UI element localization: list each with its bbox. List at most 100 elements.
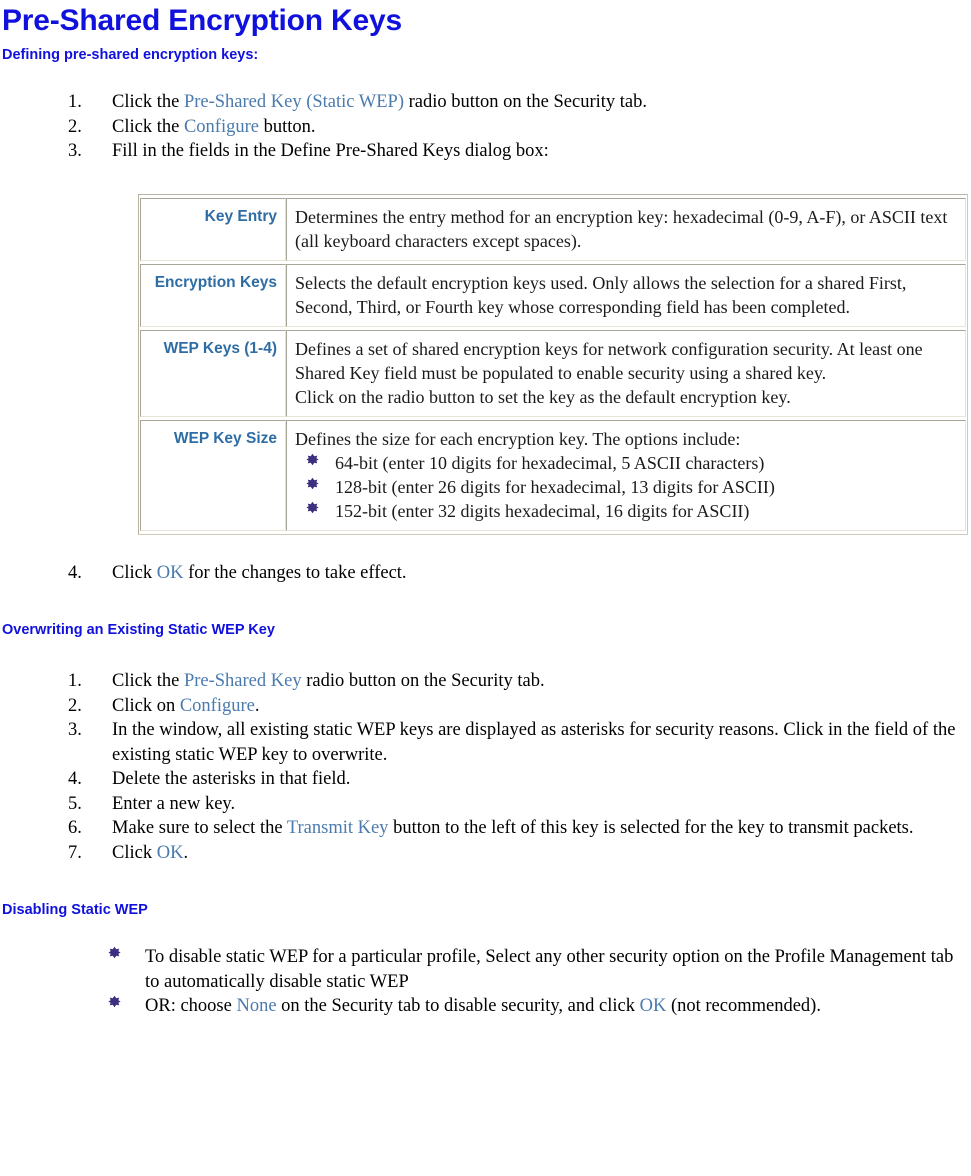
cross-reference-link[interactable]: Transmit Key (287, 818, 389, 838)
cross-reference-link[interactable]: OK (157, 563, 184, 583)
list-marker: 4. (68, 769, 82, 789)
list-item-text: 128-bit (enter 26 digits for hexadecimal… (335, 476, 775, 497)
list-item-text: Click the Configure button. (112, 115, 971, 140)
list-item-text: Delete the asterisks in that field. (112, 767, 971, 792)
step-text: Enter a new key. (112, 793, 236, 814)
list-item-text: Make sure to select the Transmit Key but… (112, 816, 971, 841)
list-item-text: Enter a new key. (112, 792, 971, 817)
step-text: radio button on the Security tab. (404, 92, 648, 112)
list-item-text: OR: choose None on the Security tab to d… (145, 996, 821, 1016)
step-text: (not recommended). (666, 996, 821, 1016)
list-item: 1. Click the Pre-Shared Key radio button … (0, 669, 971, 694)
table-row: Encryption Keys Selects the default encry… (140, 263, 966, 327)
defining-steps-list-continued: 4. Click OK for the changes to take effec… (0, 561, 971, 586)
step-text: Fill in the fields in the Define Pre-Sha… (112, 141, 549, 161)
defining-keys-subheading: Defining pre-shared encryption keys: (2, 47, 259, 63)
list-item-text: In the window, all existing static WEP k… (112, 718, 971, 767)
list-item: 152-bit (enter 32 digits hexadecimal, 16… (295, 499, 957, 523)
cross-reference-link[interactable]: Pre-Shared Key (Static WEP) (184, 92, 404, 112)
table-row-description: Defines a set of shared encryption keys … (286, 329, 966, 417)
step-text: Click on (112, 695, 180, 716)
diamond-bullet-icon (306, 501, 322, 517)
table-row: WEP Key Size Defines the size for each en… (140, 419, 966, 531)
list-item: 5. Enter a new key. (0, 792, 971, 817)
step-text: button to the left of this key is select… (388, 818, 914, 838)
disabling-section-heading: Disabling Static WEP (2, 902, 148, 918)
list-item-text: To disable static WEP for a particular p… (145, 947, 953, 992)
list-item-text: 152-bit (enter 32 digits hexadecimal, 16… (335, 500, 750, 521)
list-item: To disable static WEP for a particular p… (0, 945, 971, 994)
step-text: Click (112, 562, 157, 583)
list-item: 6. Make sure to select the Transmit Key b… (0, 816, 971, 841)
list-marker: 1. (68, 671, 82, 691)
step-text: Click the (112, 116, 184, 137)
diamond-bullet-icon (306, 453, 322, 469)
step-text: on the Security tab to disable security,… (276, 996, 640, 1016)
step-text: To disable static WEP for a particular p… (145, 947, 954, 992)
page-title: Pre-Shared Encryption Keys (2, 4, 402, 37)
table-row-description: Determines the entry method for an encry… (286, 197, 966, 261)
list-item: 2. Click the Configure button. (0, 115, 971, 140)
description-paragraph: Defines the size for each encryption key… (295, 428, 741, 449)
description-paragraph: Selects the default encryption keys used… (295, 272, 907, 317)
list-item: 128-bit (enter 26 digits for hexadecimal… (295, 475, 957, 499)
list-item-text: 64-bit (enter 10 digits for hexadecimal,… (335, 452, 765, 473)
table-row-label: WEP Keys (1-4) (140, 329, 286, 417)
cross-reference-link[interactable]: OK (640, 996, 667, 1016)
step-text: Delete the asterisks in that field. (112, 769, 351, 789)
list-marker: 3. (68, 141, 82, 161)
list-marker: 7. (68, 842, 82, 863)
step-text: In the window, all existing static WEP k… (112, 720, 956, 765)
description-paragraph: Click on the radio button to set the key… (295, 386, 791, 407)
step-text: Click the (112, 92, 184, 112)
list-marker: 4. (68, 562, 82, 583)
pre-shared-keys-field-table: Key Entry Determines the entry method for… (138, 193, 968, 535)
list-item: 64-bit (enter 10 digits for hexadecimal,… (295, 451, 957, 475)
step-text: Click the (112, 671, 184, 691)
list-marker: 6. (68, 818, 82, 838)
description-paragraph: Defines a set of shared encryption keys … (295, 338, 923, 383)
list-item: 2. Click on Configure. (0, 694, 971, 719)
cross-reference-link[interactable]: Configure (180, 696, 255, 716)
list-marker: 5. (68, 793, 82, 814)
defining-steps-list: 1. Click the Pre-Shared Key (Static WEP) … (0, 90, 971, 164)
table-row: Key Entry Determines the entry method for… (140, 197, 966, 261)
cross-reference-link[interactable]: None (236, 996, 276, 1016)
disabling-bullet-list: To disable static WEP for a particular p… (0, 945, 971, 1019)
list-item: 7. Click OK. (0, 841, 971, 866)
list-item: 3. Fill in the fields in the Define Pre-S… (0, 139, 971, 164)
list-item: 4. Click OK for the changes to take effec… (0, 561, 971, 586)
step-text: . (183, 842, 189, 863)
step-text: for the changes to take effect. (183, 562, 407, 583)
diamond-bullet-icon (306, 477, 322, 493)
list-item: OR: choose None on the Security tab to d… (0, 994, 971, 1019)
list-item: 3. In the window, all existing static WEP… (0, 718, 971, 767)
list-item-text: Click on Configure. (112, 694, 971, 719)
table-row-label: Encryption Keys (140, 263, 286, 327)
step-text: Make sure to select the (112, 818, 287, 838)
list-item-text: Click OK. (112, 841, 971, 866)
list-item-text: Click OK for the changes to take effect. (112, 561, 971, 586)
description-bullet-list: 64-bit (enter 10 digits for hexadecimal,… (295, 451, 957, 523)
step-text: OR: choose (145, 996, 237, 1016)
list-item-text: Click the Pre-Shared Key (Static WEP) ra… (112, 90, 971, 115)
list-item-text: Click the Pre-Shared Key radio button on… (112, 669, 971, 694)
table-row-label: Key Entry (140, 197, 286, 261)
table-row-description: Defines the size for each encryption key… (286, 419, 966, 531)
overwriting-section-heading: Overwriting an Existing Static WEP Key (2, 622, 275, 638)
cross-reference-link[interactable]: OK (157, 843, 184, 863)
table-row-label: WEP Key Size (140, 419, 286, 531)
diamond-bullet-icon (108, 946, 124, 962)
cross-reference-link[interactable]: Pre-Shared Key (184, 671, 302, 691)
cross-reference-link[interactable]: Configure (184, 117, 259, 137)
table-row: WEP Keys (1-4) Defines a set of shared en… (140, 329, 966, 417)
list-marker: 3. (68, 720, 82, 740)
step-text: . (254, 695, 260, 716)
overwriting-steps-list: 1. Click the Pre-Shared Key radio button … (0, 669, 971, 865)
list-marker: 1. (68, 92, 82, 112)
list-item: 1. Click the Pre-Shared Key (Static WEP) … (0, 90, 971, 115)
list-marker: 2. (68, 116, 82, 137)
list-marker: 2. (68, 695, 82, 716)
description-paragraph: Determines the entry method for an encry… (295, 206, 948, 251)
list-item: 4. Delete the asterisks in that field. (0, 767, 971, 792)
